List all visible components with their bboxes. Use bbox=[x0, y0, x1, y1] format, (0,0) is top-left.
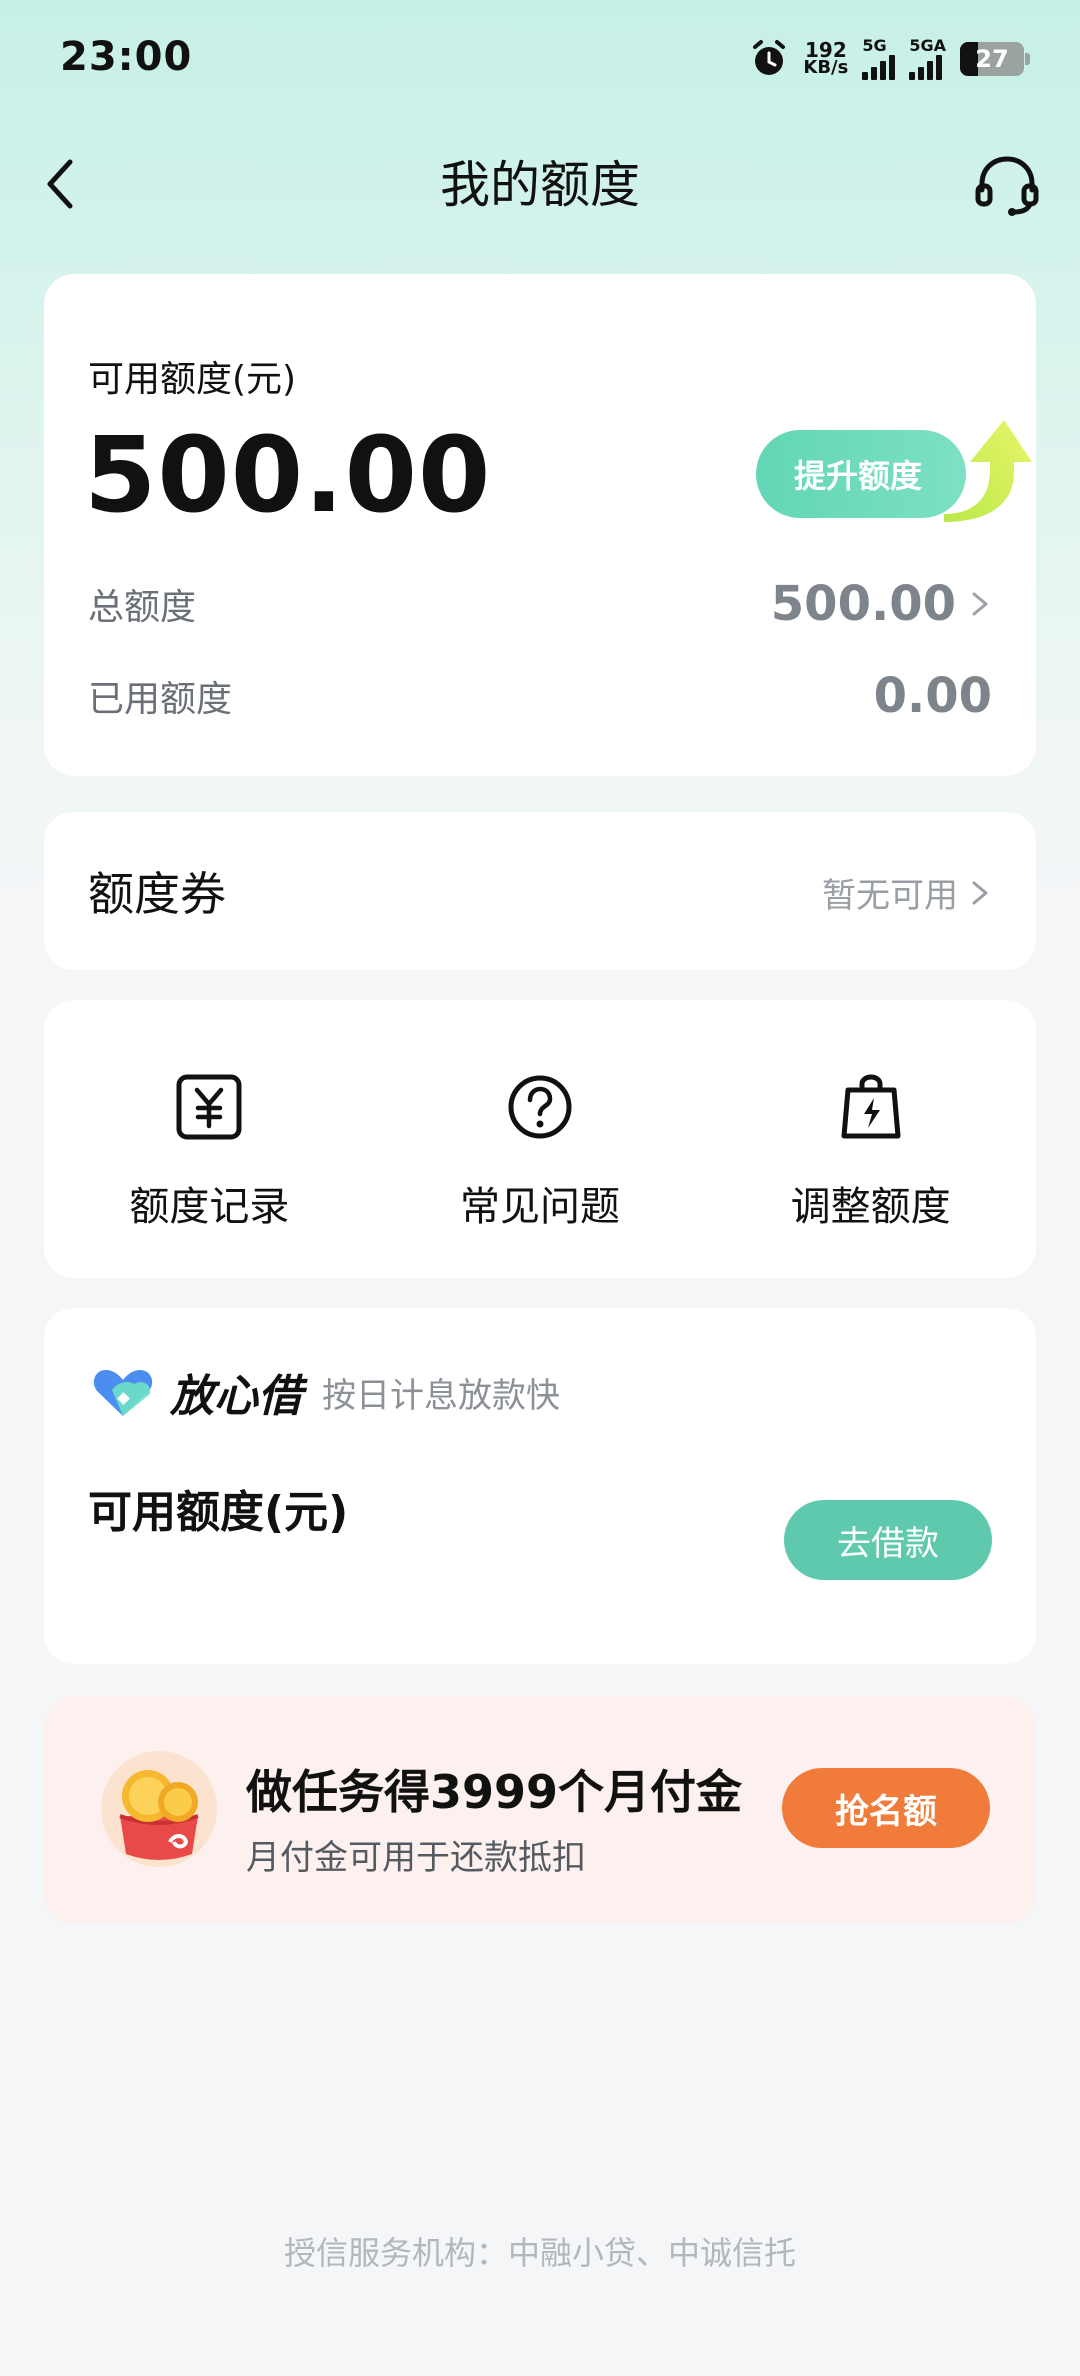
status-time: 23:00 bbox=[60, 34, 193, 80]
signal-bars-icon bbox=[862, 54, 896, 80]
nav-bar: 我的额度 bbox=[0, 140, 1080, 230]
status-icons: 192 KB/s 5G 5GA 27 bbox=[749, 34, 1030, 84]
total-quota-label: 总额度 bbox=[88, 587, 197, 628]
net-speed: 192 KB/s bbox=[803, 38, 849, 78]
heart-logo-icon bbox=[93, 1370, 153, 1416]
coupon-status: 暂无可用 bbox=[822, 868, 992, 917]
available-quota-amount: 500.00 bbox=[84, 414, 492, 536]
quota-card: 可用额度(元) 500.00 提升额度 总额度 500.00 已用额度 0.00 bbox=[44, 274, 1036, 776]
gold-coins-gift-icon bbox=[101, 1751, 217, 1867]
task-subtitle: 月付金可用于还款抵扣 bbox=[246, 1838, 586, 1878]
alarm-icon bbox=[753, 40, 786, 75]
chevron-right-icon bbox=[972, 592, 988, 616]
task-title: 做任务得3999个月付金 bbox=[246, 1765, 743, 1819]
used-quota-row: 已用额度 0.00 bbox=[88, 666, 992, 726]
used-quota-value: 0.00 bbox=[873, 668, 992, 724]
loan-card: 放心借 按日计息放款快 可用额度(元) 去借款 bbox=[44, 1308, 1036, 1664]
signal-5g: 5G bbox=[862, 38, 896, 80]
loan-available-label: 可用额度(元) bbox=[88, 1487, 349, 1538]
shortcut-adjust-quota[interactable]: 调整额度 bbox=[705, 1000, 1036, 1278]
brand-slogan: 按日计息放款快 bbox=[322, 1375, 560, 1416]
status-bar: 23:00 192 KB/s 5G 5GA 27 bbox=[0, 0, 1080, 120]
shortcut-card: 额度记录 常见问题 调整额度 bbox=[44, 1000, 1036, 1278]
available-quota-label: 可用额度(元) bbox=[88, 359, 297, 400]
task-banner[interactable]: 做任务得3999个月付金 月付金可用于还款抵扣 抢名额 bbox=[44, 1696, 1036, 1924]
question-circle-icon bbox=[508, 1075, 572, 1139]
shortcut-quota-record[interactable]: 额度记录 bbox=[44, 1000, 375, 1278]
customer-service-headset-icon[interactable] bbox=[974, 154, 1040, 216]
page-title: 我的额度 bbox=[440, 156, 640, 214]
yuan-record-icon bbox=[176, 1074, 242, 1140]
loan-brand: 放心借 按日计息放款快 bbox=[90, 1360, 560, 1424]
lightning-bag-icon bbox=[841, 1074, 901, 1139]
total-quota-value: 500.00 bbox=[771, 576, 992, 632]
shortcut-faq[interactable]: 常见问题 bbox=[375, 1000, 706, 1278]
signal-bars-icon bbox=[909, 54, 943, 80]
brand-name: 放心借 bbox=[170, 1371, 302, 1422]
grab-slot-button[interactable]: 抢名额 bbox=[782, 1768, 990, 1848]
chevron-right-icon bbox=[972, 881, 988, 904]
signal-5ga: 5GA bbox=[909, 38, 946, 80]
battery-icon: 27 bbox=[960, 42, 1030, 76]
credit-institution-footer: 授信服务机构：中融小贷、中诚信托 bbox=[283, 2234, 796, 2272]
total-quota-row[interactable]: 总额度 500.00 bbox=[88, 574, 992, 634]
coupon-title: 额度券 bbox=[88, 867, 226, 921]
borrow-button[interactable]: 去借款 bbox=[784, 1500, 992, 1580]
used-quota-label: 已用额度 bbox=[88, 679, 233, 720]
up-arrow-icon bbox=[944, 420, 1032, 522]
quota-coupon-card[interactable]: 额度券 暂无可用 bbox=[44, 812, 1036, 970]
